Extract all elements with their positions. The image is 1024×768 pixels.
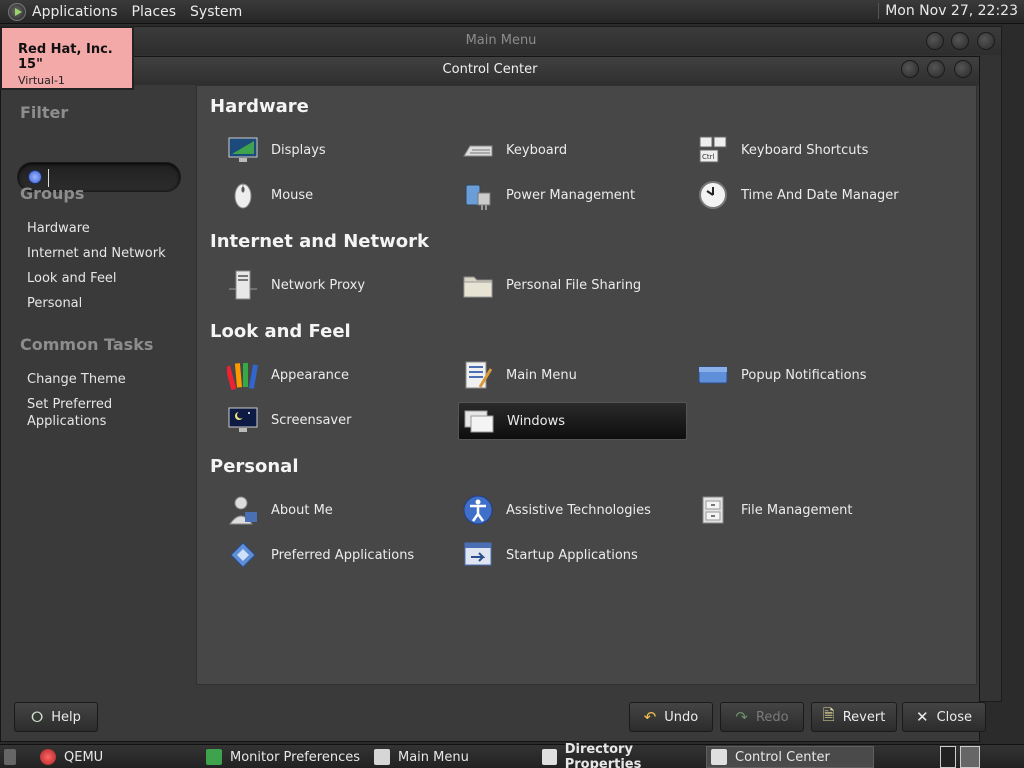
display-icon xyxy=(227,134,259,166)
item-appearance[interactable]: Appearance xyxy=(213,356,349,394)
section-title-personal: Personal xyxy=(210,456,299,477)
control-center-window: Control Center Filter Groups Hardware In… xyxy=(0,56,986,742)
keyboard-icon xyxy=(462,134,494,166)
show-desktop-icon[interactable] xyxy=(4,746,24,768)
about-me-icon xyxy=(227,494,259,526)
main-menu-task-icon xyxy=(374,749,390,765)
preferred-apps-icon xyxy=(227,539,259,571)
help-icon: ⭘ xyxy=(31,708,44,726)
window-titlebar[interactable]: Control Center xyxy=(1,57,979,85)
section-title-hardware: Hardware xyxy=(210,96,309,117)
window-title: Control Center xyxy=(442,62,538,77)
item-about-me[interactable]: About Me xyxy=(213,491,333,529)
clock-icon xyxy=(697,179,729,211)
item-time-and-date-manager[interactable]: Time And Date Manager xyxy=(683,176,899,214)
workspace-2-icon[interactable] xyxy=(960,746,980,768)
item-preferred-applications[interactable]: Preferred Applications xyxy=(213,536,414,574)
item-assistive-technologies[interactable]: Assistive Technologies xyxy=(448,491,651,529)
menu-system[interactable]: System xyxy=(190,4,242,20)
task-link-change-theme[interactable]: Change Theme xyxy=(27,371,126,388)
appearance-icon xyxy=(227,359,259,391)
item-keyboard-shortcuts[interactable]: Ctrl Keyboard Shortcuts xyxy=(683,131,868,169)
bottom-taskbar: QEMU Monitor Preferences Main Menu Direc… xyxy=(0,742,1024,768)
undo-button[interactable]: ↶ Undo xyxy=(629,702,713,732)
network-proxy-icon xyxy=(227,269,259,301)
taskbar-item-control-center[interactable]: Control Center xyxy=(706,746,874,768)
item-displays[interactable]: Displays xyxy=(213,131,326,169)
revert-button[interactable]: 🗎 Revert xyxy=(811,702,897,732)
accessibility-icon xyxy=(462,494,494,526)
group-link-personal[interactable]: Personal xyxy=(27,295,82,312)
item-mouse[interactable]: Mouse xyxy=(213,176,313,214)
keyboard-shortcuts-icon: Ctrl xyxy=(697,134,729,166)
minimize-icon[interactable] xyxy=(901,60,919,78)
taskbar-item-main-menu[interactable]: Main Menu xyxy=(370,746,534,768)
file-management-icon xyxy=(697,494,729,526)
revert-icon: 🗎 xyxy=(822,705,835,724)
group-link-hardware[interactable]: Hardware xyxy=(27,220,90,237)
qemu-icon xyxy=(40,749,56,765)
task-link-set-preferred-applications[interactable]: Set Preferred Applications xyxy=(27,396,127,430)
display-identification-badge: Red Hat, Inc. 15" Virtual-1 xyxy=(0,26,134,90)
groups-heading: Groups xyxy=(20,184,85,203)
control-center-items-panel: Hardware Displays Keyboard Ctrl Keyboard… xyxy=(196,85,977,685)
power-management-icon xyxy=(462,179,494,211)
startup-apps-icon xyxy=(462,539,494,571)
bg-minimize-icon[interactable] xyxy=(926,32,944,50)
item-personal-file-sharing[interactable]: Personal File Sharing xyxy=(448,266,641,304)
folder-share-icon xyxy=(462,269,494,301)
redo-icon: ↷ xyxy=(735,708,748,726)
menu-places[interactable]: Places xyxy=(132,4,177,20)
display-badge-title: Red Hat, Inc. 15" xyxy=(18,42,113,72)
main-menu-window-title: Main Menu xyxy=(1,27,1001,55)
taskbar-item-qemu[interactable]: QEMU xyxy=(36,746,196,768)
group-link-internet-and-network[interactable]: Internet and Network xyxy=(27,245,166,262)
redo-button[interactable]: ↷ Redo xyxy=(720,702,804,732)
bg-close-icon[interactable] xyxy=(977,32,995,50)
item-screensaver[interactable]: Screensaver xyxy=(213,401,351,439)
menu-applications[interactable]: Applications xyxy=(32,4,118,20)
item-startup-applications[interactable]: Startup Applications xyxy=(448,536,638,574)
bg-maximize-icon[interactable] xyxy=(951,32,969,50)
item-power-management[interactable]: Power Management xyxy=(448,176,635,214)
windows-icon xyxy=(463,405,495,437)
search-icon xyxy=(28,170,42,184)
popup-notifications-icon xyxy=(697,359,729,391)
top-panel: Applications Places System Mon Nov 27, 2… xyxy=(0,0,1024,24)
control-center-task-icon xyxy=(711,749,727,765)
close-button[interactable]: ✕ Close xyxy=(902,702,986,732)
directory-properties-icon xyxy=(542,749,557,765)
close-icon: ✕ xyxy=(916,708,929,726)
sidebar: Filter Groups Hardware Internet and Netw… xyxy=(1,85,195,689)
clock[interactable]: Mon Nov 27, 22:23 xyxy=(878,3,1018,19)
item-network-proxy[interactable]: Network Proxy xyxy=(213,266,365,304)
item-file-management[interactable]: File Management xyxy=(683,491,853,529)
undo-icon: ↶ xyxy=(643,708,657,726)
workspace-1-icon[interactable] xyxy=(940,746,956,768)
group-link-look-and-feel[interactable]: Look and Feel xyxy=(27,270,117,287)
section-title-look-and-feel: Look and Feel xyxy=(210,321,351,342)
svg-text:Ctrl: Ctrl xyxy=(702,153,715,161)
display-badge-subtitle: Virtual-1 xyxy=(18,74,65,87)
maximize-icon[interactable] xyxy=(927,60,945,78)
taskbar-item-monitor-preferences[interactable]: Monitor Preferences xyxy=(202,746,366,768)
mouse-icon xyxy=(227,179,259,211)
item-main-menu[interactable]: Main Menu xyxy=(448,356,577,394)
monitor-preferences-icon xyxy=(206,749,222,765)
filter-heading: Filter xyxy=(20,103,69,122)
distro-logo-icon[interactable] xyxy=(8,2,26,21)
section-title-internet-and-network: Internet and Network xyxy=(210,231,429,252)
taskbar-item-directory-properties[interactable]: Directory Properties xyxy=(538,742,702,768)
screensaver-icon xyxy=(227,404,259,436)
common-tasks-heading: Common Tasks xyxy=(20,335,154,354)
item-popup-notifications[interactable]: Popup Notifications xyxy=(683,356,867,394)
close-window-icon[interactable] xyxy=(954,60,972,78)
item-windows[interactable]: Windows xyxy=(458,402,687,440)
item-keyboard[interactable]: Keyboard xyxy=(448,131,567,169)
main-menu-icon xyxy=(462,359,494,391)
help-button[interactable]: ⭘ Help xyxy=(14,702,98,732)
